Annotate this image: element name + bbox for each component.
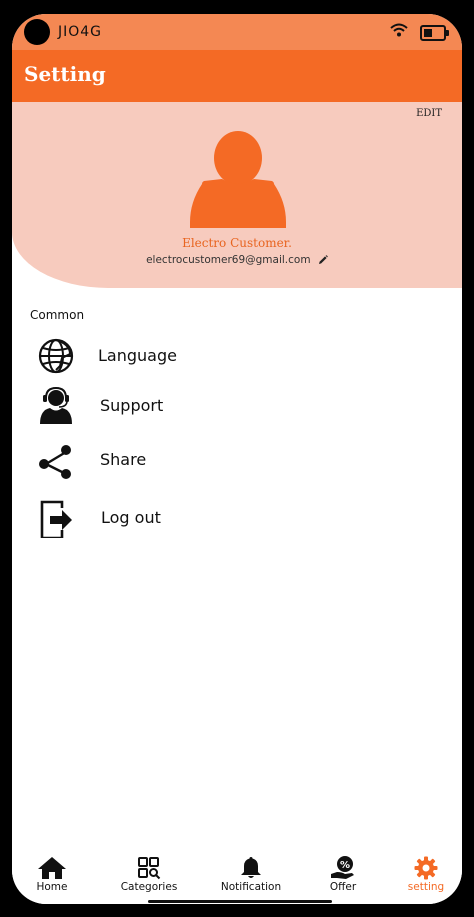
avatar-icon — [190, 131, 286, 228]
status-bar: JIO4G — [12, 14, 462, 50]
section-title-common: Common — [30, 308, 85, 322]
pencil-icon[interactable] — [318, 255, 328, 265]
profile-email-row: electrocustomer69@gmail.com — [12, 254, 462, 266]
globe-icon — [38, 338, 74, 374]
profile-name: Electro Customer. — [182, 236, 292, 250]
profile-email: electrocustomer69@gmail.com — [146, 254, 311, 266]
phone-frame: JIO4G Setting EDIT Electro Customer. ele… — [0, 0, 474, 917]
menu-item-logout[interactable]: Log out — [36, 498, 436, 542]
nav-label-setting: setting — [407, 881, 445, 893]
bell-icon — [241, 857, 261, 878]
menu-item-language[interactable]: Language — [36, 336, 436, 380]
menu-label-share: Share — [100, 450, 147, 469]
menu-label-logout: Log out — [101, 508, 161, 527]
edit-profile-button[interactable]: EDIT — [416, 108, 442, 119]
home-icon — [38, 857, 66, 879]
nav-label-notification: Notification — [220, 881, 282, 893]
logout-icon — [40, 500, 72, 538]
home-indicator — [148, 900, 332, 903]
menu-item-share[interactable]: Share — [36, 440, 436, 484]
nav-label-home: Home — [36, 881, 68, 893]
nav-item-setting[interactable]: setting — [386, 856, 462, 893]
battery-icon — [420, 25, 449, 41]
share-icon — [39, 445, 71, 479]
categories-icon — [138, 857, 161, 880]
menu-label-support: Support — [100, 396, 164, 415]
screen: JIO4G Setting EDIT Electro Customer. ele… — [12, 14, 462, 904]
profile-header: EDIT Electro Customer. electrocustomer69… — [12, 102, 462, 288]
wifi-icon — [390, 23, 408, 37]
page-title: Setting — [24, 62, 106, 86]
nav-label-offer: Offer — [329, 881, 357, 893]
nav-item-notification[interactable]: Notification — [211, 856, 291, 893]
svg-text:%: % — [340, 860, 350, 871]
nav-item-categories[interactable]: Categories — [109, 856, 189, 893]
offer-icon: % — [331, 856, 354, 879]
nav-item-home[interactable]: Home — [12, 856, 92, 893]
app-bar: Setting — [12, 50, 462, 102]
nav-item-offer[interactable]: % Offer — [303, 856, 383, 893]
nav-label-categories: Categories — [120, 881, 178, 893]
gear-icon — [414, 856, 438, 880]
menu-item-support[interactable]: Support — [36, 386, 436, 430]
menu-label-language: Language — [98, 346, 177, 365]
carrier-name: JIO4G — [58, 24, 103, 40]
front-camera — [24, 19, 50, 45]
bottom-nav: Home Categories Notification % Offer set… — [12, 850, 462, 904]
headset-user-icon — [40, 386, 72, 424]
